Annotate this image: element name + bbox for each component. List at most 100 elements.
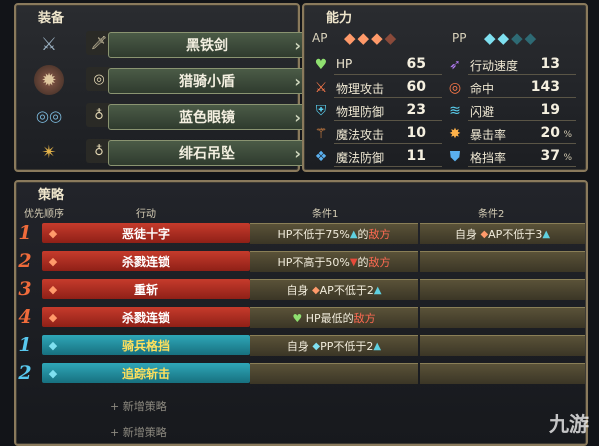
condition1-button[interactable]: HP不低于75% ▲ 的敌方 xyxy=(250,223,418,244)
priority-number: 2 xyxy=(18,250,32,272)
stat-label: 命中 xyxy=(470,82,495,96)
condition1-button[interactable]: 自身 ◆ PP不低于2 ▲ xyxy=(250,335,418,356)
equipment-row-glasses[interactable]: ◎◎ ♁ 蓝色眼镜 xyxy=(28,99,306,133)
condition-text: AP不低于3 xyxy=(488,228,543,241)
strategy-row[interactable]: 4 ◆ 杀戮连锁 ♥ HP最低的 敌方 xyxy=(10,306,585,328)
enemy-text: 敌方 xyxy=(353,312,376,325)
stat-block: ⛊ 格挡率 37 % xyxy=(446,147,586,167)
stat-unit: % xyxy=(563,130,572,140)
condition2-button[interactable]: 自身 ◆ AP不低于3 ▲ xyxy=(420,223,585,244)
magic-defense-icon: ❖ xyxy=(314,149,328,165)
pp-gem-icon: ◆ xyxy=(48,366,58,380)
stat-value: 11 xyxy=(406,148,426,164)
action-label: 骑兵格挡 xyxy=(121,338,170,353)
stat-label: 物理防御 xyxy=(336,105,385,119)
heart-icon: ♥ xyxy=(292,311,303,325)
stat-value: 19 xyxy=(540,102,560,118)
condition1-button[interactable] xyxy=(250,363,418,384)
pp-label: PP xyxy=(452,31,467,45)
condition2-button[interactable] xyxy=(420,279,585,300)
equipment-shield-name[interactable]: 猎骑小盾 xyxy=(108,68,306,94)
speed-icon: ➶ xyxy=(449,57,461,73)
strategy-row[interactable]: 1 ◆ 恶徒十字 HP不低于75% ▲ 的敌方 自身 ◆ AP不低于3 ▲ xyxy=(10,222,585,244)
stat-value: 60 xyxy=(406,79,426,95)
stat-label: 魔法防御 xyxy=(336,151,385,165)
equipment-glasses-name[interactable]: 蓝色眼镜 xyxy=(108,104,306,130)
strategy-row[interactable]: 1 ◆ 骑兵格挡 自身 ◆ PP不低于2 ▲ xyxy=(10,334,585,356)
condition1-button[interactable]: 自身 ◆ AP不低于2 ▲ xyxy=(250,279,418,300)
condition2-button[interactable] xyxy=(420,363,585,384)
stat-value: 20 xyxy=(540,125,560,141)
priority-number: 2 xyxy=(18,362,32,384)
stat-hp: ♥ HP 65 xyxy=(312,55,452,75)
block-icon: ⛊ xyxy=(449,149,461,165)
condition-text: HP不低于75% xyxy=(277,228,350,241)
action-label: 杀戮连锁 xyxy=(121,254,170,269)
stat-label: HP xyxy=(336,57,353,71)
action-button[interactable]: ◆ 追踪斩击 xyxy=(42,363,250,383)
stat-label: 行动速度 xyxy=(470,59,519,73)
condition-text: 的 xyxy=(357,228,369,241)
priority-number: 1 xyxy=(18,334,32,356)
up-triangle-icon: ▲ xyxy=(373,284,382,296)
stat-crit: ✸ 暴击率 20 % xyxy=(446,124,586,144)
stat-unit: % xyxy=(563,153,572,163)
condition1-button[interactable]: HP不高于50% ▼ 的敌方 xyxy=(250,251,418,272)
stat-phys-def: ⛨ 物理防御 23 xyxy=(312,101,452,121)
priority-number: 1 xyxy=(18,222,32,244)
up-triangle-icon: ▲ xyxy=(542,228,551,240)
ap-gem-icon: ◆ xyxy=(48,310,58,324)
equipment-weapon-name[interactable]: 黑铁剑 xyxy=(108,32,306,58)
equipment-row-pendant[interactable]: ✴ ♁ 绯石吊坠 xyxy=(28,135,306,169)
strategy-row[interactable]: 2 ◆ 杀戮连锁 HP不高于50% ▼ 的敌方 xyxy=(10,250,585,272)
equipment-row-weapon[interactable]: ⚔ 🗡 黑铁剑 xyxy=(28,27,306,61)
condition1-button[interactable]: ♥ HP最低的 敌方 xyxy=(250,307,418,328)
watermark-logo: 九游 xyxy=(549,412,589,436)
ap-gem-icon: ◆ xyxy=(48,254,58,268)
stat-mag-def: ❖ 魔法防御 11 xyxy=(312,147,452,167)
stat-hit: ◎ 命中 143 xyxy=(446,78,586,98)
condition-text: 自身 xyxy=(286,340,309,353)
col-action: 行动 xyxy=(136,209,156,220)
action-label: 杀戮连锁 xyxy=(121,310,170,325)
glasses-icon: ◎◎ xyxy=(35,107,63,125)
add-strategy-button[interactable]: + 新增策略 xyxy=(110,398,167,414)
pp-gem-icon: ◆ xyxy=(48,338,58,352)
condition-text: 的 xyxy=(357,256,369,269)
stat-phys-atk: ⚔ 物理攻击 60 xyxy=(312,78,452,98)
condition2-button[interactable] xyxy=(420,251,585,272)
shield-icon: ✹ xyxy=(34,65,64,95)
action-label: 恶徒十字 xyxy=(121,226,170,241)
condition2-button[interactable] xyxy=(420,335,585,356)
action-button[interactable]: ◆ 骑兵格挡 xyxy=(42,335,250,355)
action-button[interactable]: ◆ 杀戮连锁 xyxy=(42,307,250,327)
ap-gem-icon: ◆ xyxy=(311,284,320,296)
strategy-row[interactable]: 2 ◆ 追踪斩击 xyxy=(10,362,585,384)
priority-number: 3 xyxy=(18,278,32,300)
equipment-row-shield[interactable]: ✹ ◎ 猎骑小盾 xyxy=(28,63,306,97)
ability-title: 能力 xyxy=(326,11,353,26)
action-button[interactable]: ◆ 杀戮连锁 xyxy=(42,251,250,271)
strategy-title: 策略 xyxy=(38,188,65,203)
condition2-button[interactable] xyxy=(420,307,585,328)
critical-icon: ✸ xyxy=(449,126,461,142)
stat-speed: ➶ 行动速度 13 xyxy=(446,55,586,75)
target-icon: ◎ xyxy=(448,80,462,96)
condition-text: 自身 xyxy=(454,228,477,241)
strategy-row[interactable]: 3 ◆ 重斩 自身 ◆ AP不低于2 ▲ xyxy=(10,278,585,300)
enemy-text: 敌方 xyxy=(368,256,391,269)
enemy-text: 敌方 xyxy=(368,228,391,241)
equipment-pendant-name[interactable]: 绯石吊坠 xyxy=(108,140,306,166)
stat-evade: ≋ 闪避 19 xyxy=(446,101,586,121)
add-strategy-button[interactable]: + 新增策略 xyxy=(110,424,167,440)
action-button[interactable]: ◆ 恶徒十字 xyxy=(42,223,250,243)
pp-gems: ◆◆◆◆ xyxy=(484,29,539,47)
pp-gem-icon: ◆ xyxy=(312,340,321,352)
condition-text: 自身 xyxy=(286,284,309,297)
ap-gem-icon: ◆ xyxy=(480,228,489,240)
up-triangle-icon: ▲ xyxy=(349,228,358,240)
action-label: 追踪斩击 xyxy=(121,366,170,381)
action-button[interactable]: ◆ 重斩 xyxy=(42,279,250,299)
sword-icon: ⚔ xyxy=(40,33,58,55)
stat-value: 23 xyxy=(406,102,426,118)
